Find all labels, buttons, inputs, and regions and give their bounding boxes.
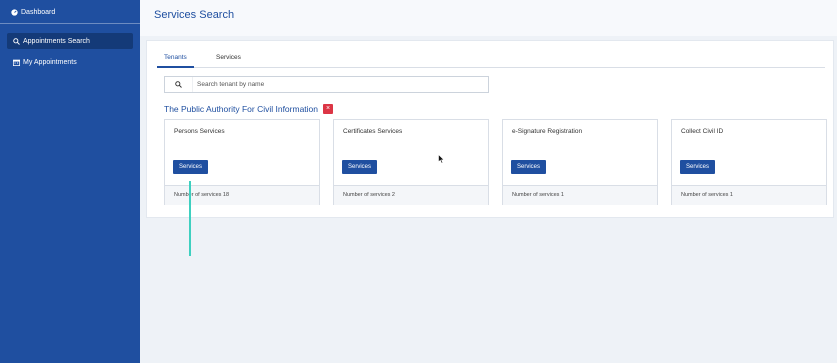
sidebar-item-label: Appointments Search bbox=[23, 37, 90, 45]
calendar-icon bbox=[13, 59, 20, 66]
service-count: Number of services 1 bbox=[512, 192, 564, 198]
service-card-collect-civil-id: Collect Civil ID Services Number of serv… bbox=[671, 119, 827, 205]
search-icon-wrap bbox=[165, 77, 193, 92]
service-card-title: Collect Civil ID bbox=[681, 128, 724, 135]
service-count: Number of services 1 bbox=[681, 192, 733, 198]
tab-tenants[interactable]: Tenants bbox=[157, 54, 194, 68]
search-icon bbox=[13, 37, 20, 45]
page-header: Services Search bbox=[140, 0, 837, 36]
tenant-search-box bbox=[164, 76, 489, 93]
service-card-persons: Persons Services Services Number of serv… bbox=[164, 119, 320, 205]
sidebar-item-label: My Appointments bbox=[23, 58, 77, 66]
annotation-line bbox=[189, 181, 191, 256]
authority-heading: The Public Authority For Civil Informati… bbox=[164, 104, 334, 114]
sidebar: Dashboard Appointments Search My Appoint… bbox=[0, 0, 140, 363]
sidebar-header: Dashboard bbox=[0, 0, 140, 24]
service-card-title: e-Signature Registration bbox=[512, 128, 583, 135]
service-card-footer: Number of services 2 bbox=[334, 185, 488, 205]
tab-bar: Tenants Services bbox=[157, 49, 825, 68]
tab-services[interactable]: Services bbox=[209, 54, 248, 68]
remove-authority-button[interactable]: × bbox=[323, 104, 334, 114]
service-card-title: Certificates Services bbox=[343, 128, 403, 135]
services-button[interactable]: Services bbox=[173, 160, 208, 174]
service-card-e-signature: e-Signature Registration Services Number… bbox=[502, 119, 658, 205]
dashboard-icon bbox=[11, 9, 18, 16]
sidebar-item-dashboard[interactable]: Dashboard bbox=[11, 9, 55, 16]
authority-title: The Public Authority For Civil Informati… bbox=[164, 104, 319, 114]
services-button[interactable]: Services bbox=[680, 160, 715, 174]
search-icon bbox=[175, 81, 182, 88]
service-count: Number of services 18 bbox=[174, 192, 230, 198]
service-card-title: Persons Services bbox=[174, 128, 225, 135]
service-count: Number of services 2 bbox=[343, 192, 395, 198]
sidebar-item-appointments-search[interactable]: Appointments Search bbox=[7, 33, 133, 49]
tenant-search-input[interactable] bbox=[193, 81, 473, 88]
services-button[interactable]: Services bbox=[342, 160, 377, 174]
service-card-footer: Number of services 1 bbox=[503, 185, 657, 205]
mouse-cursor-icon bbox=[438, 154, 445, 164]
service-card-certificates: Certificates Services Services Number of… bbox=[333, 119, 489, 205]
sidebar-item-label: Dashboard bbox=[21, 9, 56, 16]
services-button[interactable]: Services bbox=[511, 160, 546, 174]
service-card-footer: Number of services 1 bbox=[672, 185, 826, 205]
sidebar-item-my-appointments[interactable]: My Appointments bbox=[7, 54, 133, 70]
page-title: Services Search bbox=[154, 9, 235, 21]
search-panel: Tenants Services The Public Authority Fo… bbox=[146, 40, 834, 218]
